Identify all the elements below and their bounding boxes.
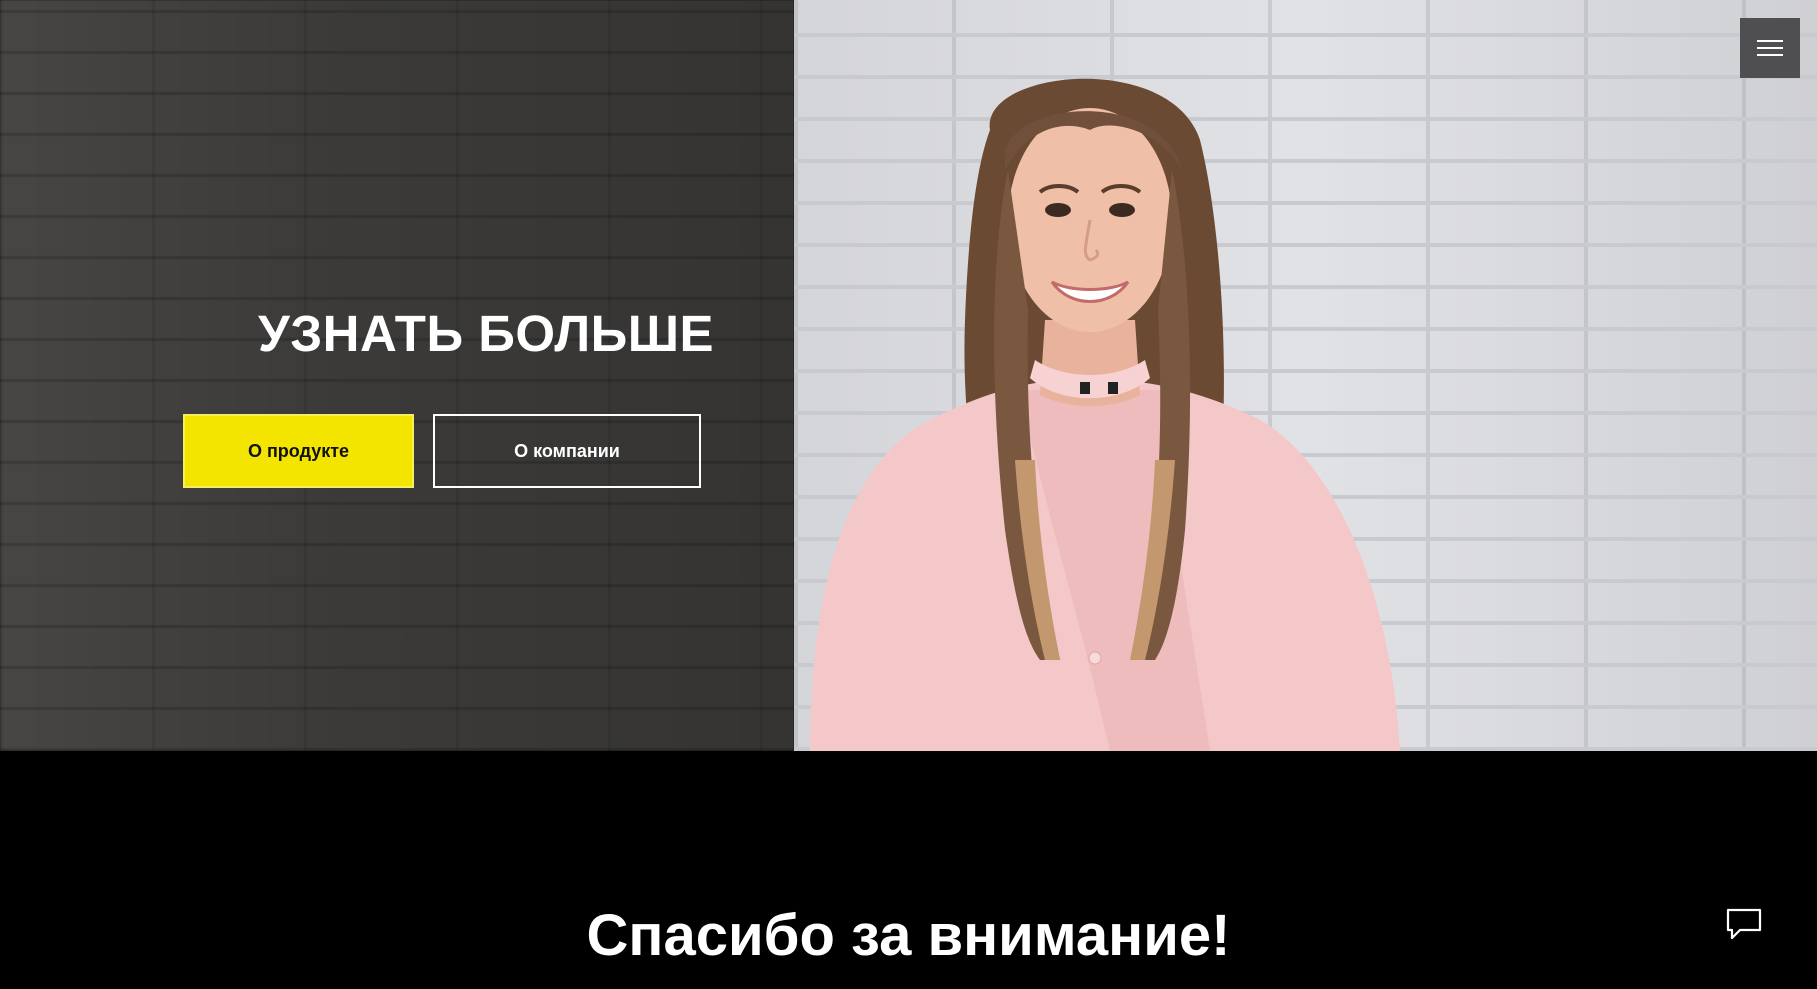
hamburger-menu-icon bbox=[1757, 54, 1783, 56]
company-button[interactable]: О компании bbox=[433, 414, 701, 488]
thanks-title: Спасибо за внимание! bbox=[586, 903, 1231, 968]
menu-button[interactable] bbox=[1740, 18, 1800, 78]
hamburger-menu-icon bbox=[1757, 40, 1783, 42]
hamburger-menu-icon bbox=[1757, 47, 1783, 49]
hero-title: УЗНАТЬ БОЛЬШЕ bbox=[258, 305, 715, 362]
presenter-video bbox=[810, 78, 1400, 751]
product-button[interactable]: О продукте bbox=[183, 414, 414, 488]
thanks-section: Спасибо за внимание! bbox=[0, 751, 1817, 989]
chat-bubble-icon[interactable] bbox=[1722, 901, 1766, 945]
hero-section: УЗНАТЬ БОЛЬШЕ О продукте О компании bbox=[0, 0, 1817, 751]
